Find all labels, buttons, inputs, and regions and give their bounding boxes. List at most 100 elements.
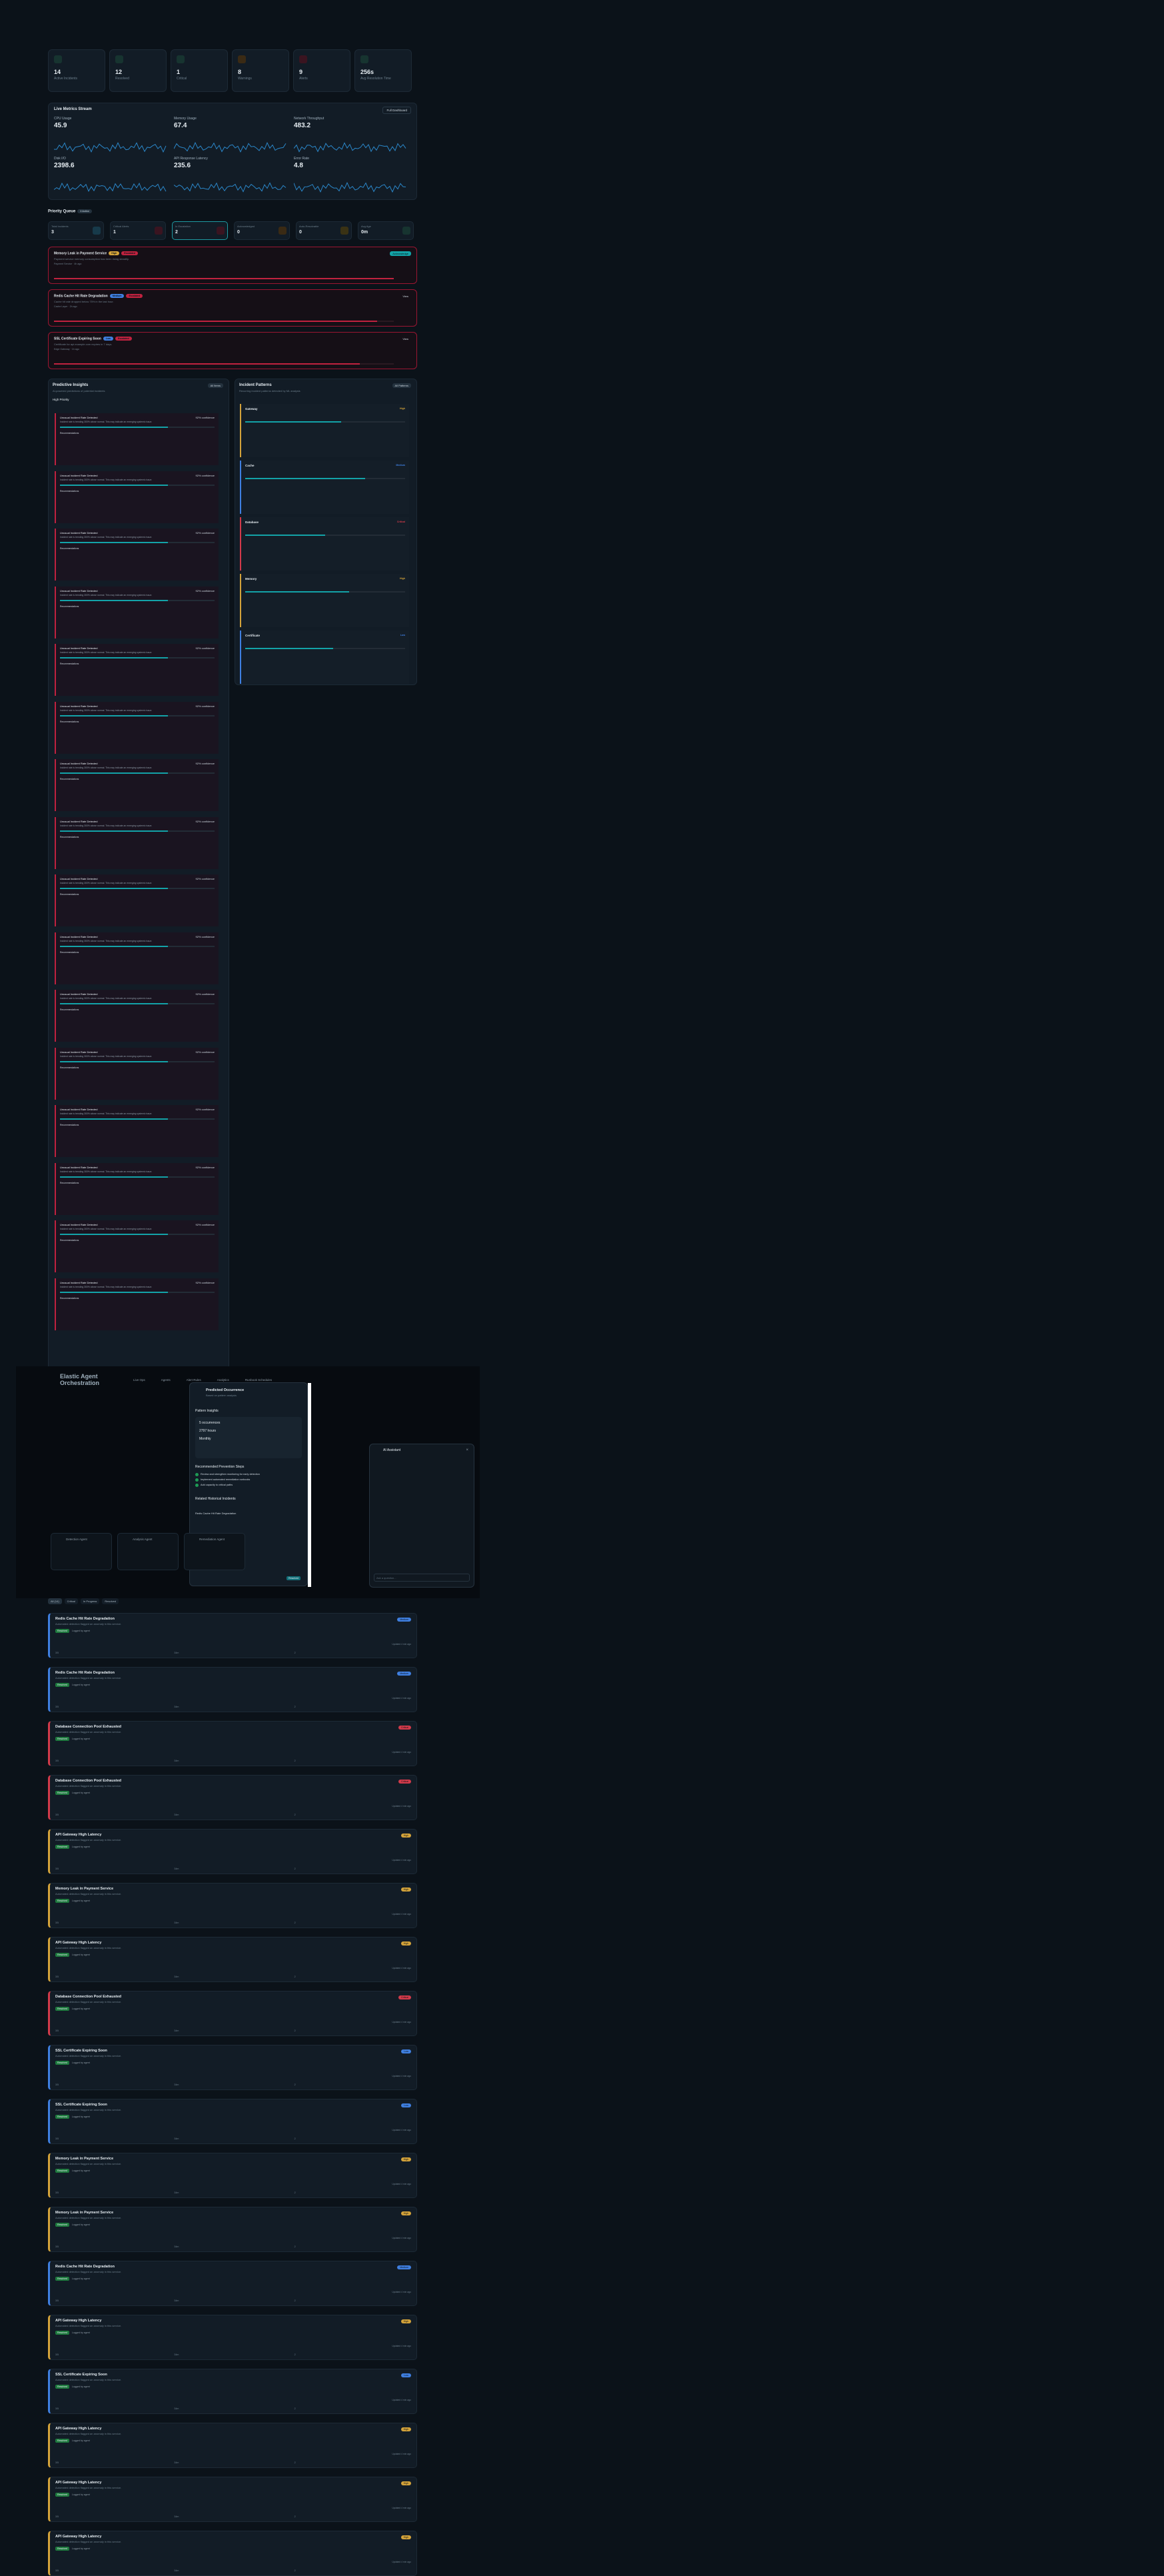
incident-card[interactable]: API Gateway High Latency Automated detect… xyxy=(48,2531,417,2576)
stat-label: Avg Resolution Time xyxy=(360,77,391,81)
insight-confidence: 92% confidence xyxy=(195,877,215,880)
incident-alerts: 2 xyxy=(294,2407,296,2410)
incident-title: Database Connection Pool Exhausted xyxy=(55,1725,122,1729)
pattern-card[interactable]: Certificate Low xyxy=(240,631,409,684)
incident-card[interactable]: SSL Certificate Expiring Soon Automated d… xyxy=(48,2045,417,2090)
priority-alert[interactable]: Memory Leak in Payment Service High Escala… xyxy=(48,247,417,284)
priority-alert[interactable]: SSL Certificate Expiring Soon Low Escalate… xyxy=(48,332,417,369)
nav-tab[interactable]: Alert Rules xyxy=(187,1378,201,1382)
filter-chip[interactable]: Critical xyxy=(64,1598,78,1604)
incident-card[interactable]: API Gateway High Latency Automated detect… xyxy=(48,1937,417,1982)
insight-item[interactable]: Unusual Incident Rate Detected 92% confid… xyxy=(55,529,219,581)
modal-related-incident[interactable]: Redis Cache Hit Rate Degradation xyxy=(195,1512,302,1515)
incident-affected: 3/5 xyxy=(55,2569,59,2572)
incident-card[interactable]: Redis Cache Hit Rate Degradation Automate… xyxy=(48,1613,417,1658)
modal-scrollbar[interactable] xyxy=(308,1383,311,1587)
insight-item[interactable]: Unusual Incident Rate Detected 92% confid… xyxy=(55,816,219,869)
insight-item[interactable]: Unusual Incident Rate Detected 92% confid… xyxy=(55,990,219,1042)
insight-item[interactable]: Unusual Incident Rate Detected 92% confid… xyxy=(55,1220,219,1272)
nav-tab[interactable]: Runbook Schedules xyxy=(245,1378,272,1382)
queue-stat[interactable]: Avg Age 0m xyxy=(358,221,414,240)
insight-item[interactable]: Unusual Incident Rate Detected 92% confid… xyxy=(55,413,219,465)
incident-desc: Automated detection flagged an anomaly i… xyxy=(55,1676,122,1680)
stat-label: Alerts xyxy=(299,77,308,81)
incident-status: Resolved xyxy=(55,2385,69,2389)
insight-item[interactable]: Unusual Incident Rate Detected 92% confid… xyxy=(55,874,219,926)
filter-chip[interactable]: Resolved xyxy=(102,1598,119,1604)
alert-action-button[interactable]: View xyxy=(400,294,411,299)
insight-desc: Incident rate is trending 300% above nor… xyxy=(60,824,153,827)
agent-card[interactable]: Detection Agent xyxy=(51,1533,112,1570)
insight-item[interactable]: Unusual Incident Rate Detected 92% confid… xyxy=(55,644,219,696)
incident-card[interactable]: Memory Leak in Payment Service Automated … xyxy=(48,2207,417,2252)
incident-timestamp: Updated 4 min ago xyxy=(392,1913,411,1916)
incident-card[interactable]: SSL Certificate Expiring Soon Automated d… xyxy=(48,2369,417,2414)
assistant-input[interactable]: Ask a question... xyxy=(374,1574,470,1582)
agent-card[interactable]: Remediation Agent xyxy=(184,1533,245,1570)
agent-card[interactable]: Analysis Agent xyxy=(117,1533,179,1570)
pattern-name: Memory xyxy=(245,577,257,581)
incident-title: SSL Certificate Expiring Soon xyxy=(55,2049,107,2053)
pattern-card[interactable]: Cache Medium xyxy=(240,461,409,514)
incident-title: Memory Leak in Payment Service xyxy=(55,2211,114,2215)
insight-item[interactable]: Unusual Incident Rate Detected 92% confid… xyxy=(55,471,219,523)
incident-card[interactable]: Database Connection Pool Exhausted Automa… xyxy=(48,1721,417,1766)
queue-stat[interactable]: Auto-Resolvable 0 xyxy=(296,221,352,240)
filter-chip[interactable]: In Progress xyxy=(80,1598,100,1604)
modal-frequency: Monthly xyxy=(199,1437,211,1441)
incident-card[interactable]: Memory Leak in Payment Service Automated … xyxy=(48,1883,417,1928)
incident-card[interactable]: API Gateway High Latency Automated detect… xyxy=(48,2423,417,2468)
incident-severity: High xyxy=(400,1941,411,1945)
incident-timestamp: Updated 4 min ago xyxy=(392,1805,411,1808)
queue-stat[interactable]: Total Incidents 3 xyxy=(48,221,104,240)
queue-stat[interactable]: Acknowledged 0 xyxy=(234,221,290,240)
incident-card[interactable]: Database Connection Pool Exhausted Automa… xyxy=(48,1991,417,2036)
stat-value: 12 xyxy=(115,69,123,75)
incident-timestamp: Updated 4 min ago xyxy=(392,1859,411,1862)
insight-recommendations: Recommendations xyxy=(60,547,79,550)
full-dashboard-button[interactable]: Full Dashboard xyxy=(382,107,411,114)
incident-title: API Gateway High Latency xyxy=(55,2481,102,2485)
alert-action-button[interactable]: View xyxy=(400,337,411,341)
metric-value: 4.8 xyxy=(294,162,303,169)
pattern-card[interactable]: Memory High xyxy=(240,574,409,627)
priority-alert[interactable]: Redis Cache Hit Rate Degradation Medium Es… xyxy=(48,289,417,327)
stat-label: Active Incidents xyxy=(54,77,78,81)
insight-item[interactable]: Unusual Incident Rate Detected 92% confid… xyxy=(55,1162,219,1215)
insight-item[interactable]: Unusual Incident Rate Detected 92% confid… xyxy=(55,1278,219,1330)
metric-card: API Response Latency 235.6 xyxy=(174,157,287,194)
patterns-filter[interactable]: All Patterns xyxy=(392,383,411,388)
incident-title: SSL Certificate Expiring Soon xyxy=(55,2103,107,2107)
close-icon[interactable]: × xyxy=(466,1448,468,1452)
nav-tab[interactable]: Live Ops xyxy=(133,1378,145,1382)
insight-item[interactable]: Unusual Incident Rate Detected 92% confid… xyxy=(55,759,219,811)
nav-tab[interactable]: Analytics xyxy=(217,1378,229,1382)
filter-chip[interactable]: All (14) xyxy=(48,1598,62,1604)
incident-card[interactable]: Redis Cache Hit Rate Degradation Automate… xyxy=(48,1667,417,1712)
alert-action-button[interactable]: Acknowledge xyxy=(390,251,411,256)
insight-item[interactable]: Unusual Incident Rate Detected 92% confid… xyxy=(55,1105,219,1157)
insight-item[interactable]: Unusual Incident Rate Detected 92% confid… xyxy=(55,1047,219,1100)
incident-card[interactable]: Database Connection Pool Exhausted Automa… xyxy=(48,1775,417,1820)
pattern-card[interactable]: Gateway High xyxy=(240,404,409,457)
insight-item[interactable]: Unusual Incident Rate Detected 92% confid… xyxy=(55,701,219,754)
pattern-name: Database xyxy=(245,521,259,524)
incident-card[interactable]: SSL Certificate Expiring Soon Automated d… xyxy=(48,2099,417,2144)
predictive-filter[interactable]: All Items xyxy=(207,383,223,388)
pattern-card[interactable]: Database Critical xyxy=(240,517,409,571)
insight-item[interactable]: Unusual Incident Rate Detected 92% confid… xyxy=(55,932,219,984)
insight-desc: Incident rate is trending 300% above nor… xyxy=(60,939,153,942)
insight-item[interactable]: Unusual Incident Rate Detected 92% confid… xyxy=(55,586,219,639)
incident-agent: Logged by agent xyxy=(71,2169,90,2172)
incident-card[interactable]: API Gateway High Latency Automated detect… xyxy=(48,2477,417,2522)
alert-desc: Cache hit rate dropped below 75% in the … xyxy=(54,300,114,304)
queue-stat[interactable]: Critical Alerts 1 xyxy=(110,221,166,240)
incident-card[interactable]: Redis Cache Hit Rate Degradation Automate… xyxy=(48,2261,417,2306)
modal-subtitle: Based on pattern analysis xyxy=(206,1394,237,1397)
queue-stat[interactable]: In Escalation 2 xyxy=(172,221,228,240)
nav-tab[interactable]: Agents xyxy=(161,1378,171,1382)
incident-card[interactable]: API Gateway High Latency Automated detect… xyxy=(48,1829,417,1874)
incident-card[interactable]: Memory Leak in Payment Service Automated … xyxy=(48,2153,417,2198)
pattern-level: Medium xyxy=(396,464,405,467)
incident-card[interactable]: API Gateway High Latency Automated detect… xyxy=(48,2315,417,2360)
